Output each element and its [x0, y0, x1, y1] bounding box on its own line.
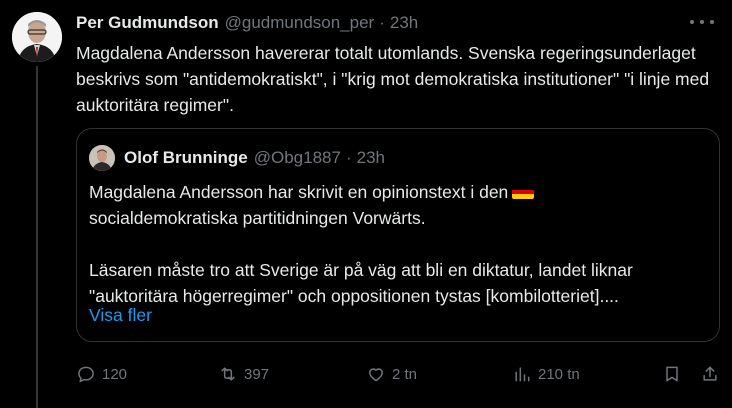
separator-dot: · — [379, 13, 385, 32]
tweet-time[interactable]: 23h — [390, 13, 418, 33]
author-name[interactable]: Per Gudmundson — [76, 13, 219, 33]
quote-header: Olof Brunninge @Obg1887 · 23h — [124, 146, 385, 170]
tweet-text: Magdalena Andersson havererar totalt uto… — [76, 43, 710, 115]
like-button[interactable]: 2 tn — [366, 364, 417, 384]
action-bar: 120 397 2 tn 210 tn — [76, 362, 724, 386]
retweet-count: 397 — [244, 365, 270, 383]
like-count: 2 tn — [392, 365, 418, 383]
quote-author-name[interactable]: Olof Brunninge — [124, 148, 248, 168]
retweet-icon — [221, 367, 235, 381]
tweet-header: Per Gudmundson @gudmundson_per · 23h — [76, 12, 418, 34]
author-avatar[interactable] — [12, 12, 62, 62]
reply-count: 120 — [102, 365, 128, 383]
share-icon — [703, 366, 717, 381]
retweet-button[interactable]: 397 — [218, 364, 269, 384]
quote-text: Magdalena Andersson har skrivit en opini… — [89, 179, 709, 309]
quote-paragraph-1-cont: socialdemokratiska partitidningen Vorwär… — [89, 208, 426, 228]
quoted-tweet[interactable]: Olof Brunninge @Obg1887 · 23h Magdalena … — [76, 128, 720, 342]
quote-time[interactable]: 23h — [357, 148, 385, 168]
quote-paragraph-2: Läsaren måste tro att Sverige är på väg … — [89, 260, 633, 306]
author-handle[interactable]: @gudmundson_per — [225, 13, 375, 33]
more-options-icon[interactable] — [690, 13, 714, 31]
reply-button[interactable]: 120 — [76, 364, 127, 384]
bookmark-icon — [666, 366, 678, 382]
quote-author-avatar[interactable] — [89, 145, 115, 171]
analytics-icon — [515, 367, 530, 382]
views-count: 210 tn — [538, 365, 580, 383]
quote-paragraph-1: Magdalena Andersson har skrivit en opini… — [89, 179, 709, 231]
thread-line — [36, 66, 38, 408]
share-button[interactable] — [700, 364, 720, 384]
bookmark-button[interactable] — [662, 364, 682, 384]
reply-icon — [78, 366, 94, 383]
heart-icon — [369, 368, 383, 382]
quote-author-handle[interactable]: @Obg1887 — [254, 148, 341, 168]
separator-dot: · — [345, 148, 352, 167]
quote-paragraph-1-text: Magdalena Andersson har skrivit en opini… — [89, 182, 509, 202]
show-more-link[interactable]: Visa fler — [89, 305, 152, 326]
german-flag-icon — [512, 185, 535, 199]
views-button[interactable]: 210 tn — [512, 364, 580, 384]
